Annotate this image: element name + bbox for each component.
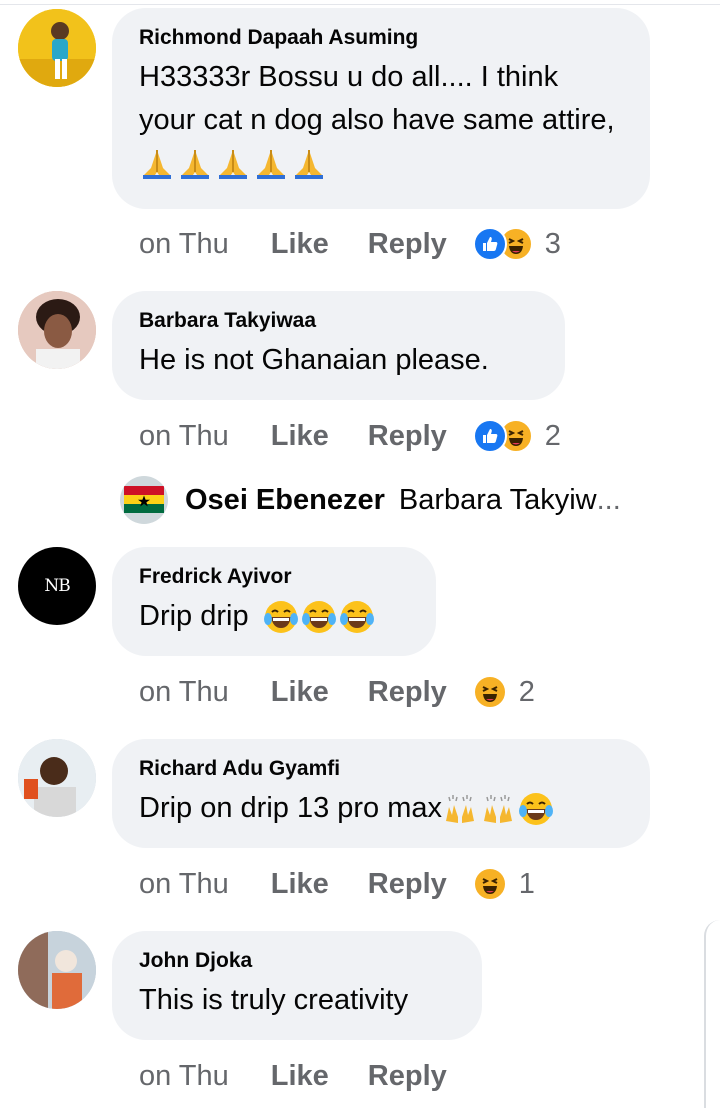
reaction-count: 2 <box>518 675 535 708</box>
avatar-logo-text: NB <box>44 576 70 596</box>
like-reaction-icon <box>472 227 507 261</box>
reply-button[interactable]: Reply <box>368 676 447 709</box>
like-button[interactable]: Like <box>271 1060 329 1093</box>
comment-text: Drip on drip 13 pro max <box>139 787 622 830</box>
reaction-summary[interactable]: 1 <box>472 867 535 901</box>
folded-hands-icon <box>143 150 171 180</box>
comment-time[interactable]: on Thu <box>139 1060 229 1093</box>
comment-text: This is truly creativity <box>139 984 409 1016</box>
reaction-summary[interactable]: 3 <box>472 227 561 261</box>
comment-actions: on Thu Like Reply 2 <box>139 672 535 712</box>
like-button[interactable]: Like <box>271 420 329 453</box>
like-button[interactable]: Like <box>271 676 329 709</box>
comment-actions: on Thu Like Reply <box>139 1056 486 1096</box>
reaction-count: 1 <box>518 867 535 900</box>
like-button[interactable]: Like <box>271 868 329 901</box>
reply-button[interactable]: Reply <box>368 1060 447 1093</box>
avatar[interactable] <box>18 9 96 87</box>
comment-author[interactable]: Richmond Dapaah Asuming <box>139 24 622 52</box>
tears-of-joy-icon <box>301 601 336 634</box>
comment-time[interactable]: on Thu <box>139 868 229 901</box>
like-reaction-icon <box>472 419 507 453</box>
scroll-edge-decoration <box>704 920 720 1108</box>
comment-text: Drip drip <box>139 595 408 638</box>
comment-time[interactable]: on Thu <box>139 420 229 453</box>
reply-button[interactable]: Reply <box>368 228 447 261</box>
reply-preview-ellipsis: ... <box>596 483 621 516</box>
comment-actions: on Thu Like Reply 1 <box>139 864 535 904</box>
comment-bubble: Fredrick Ayivor Drip drip <box>112 547 436 656</box>
comment-actions: on Thu Like Reply 2 <box>139 416 561 456</box>
reply-preview-text: Barbara Takyiw <box>398 483 597 516</box>
haha-reaction-icon <box>472 675 507 709</box>
comment-bubble: John Djoka This is truly creativity <box>112 931 482 1040</box>
like-button[interactable]: Like <box>271 228 329 261</box>
comment-text: He is not Ghanaian please. <box>139 344 489 376</box>
reply-preview[interactable]: Osei Ebenezer Barbara Takyiw ... <box>120 472 720 528</box>
comment-author[interactable]: Fredrick Ayivor <box>139 563 408 591</box>
folded-hands-icon <box>219 150 247 180</box>
tears-of-joy-icon <box>263 601 298 634</box>
avatar-photo-icon <box>18 931 96 1009</box>
avatar[interactable] <box>18 931 96 1009</box>
reaction-summary[interactable]: 2 <box>472 419 561 453</box>
reaction-count: 2 <box>544 419 561 452</box>
avatar[interactable] <box>18 739 96 817</box>
avatar[interactable]: NB <box>18 547 96 625</box>
comment-author[interactable]: John Djoka <box>139 947 454 975</box>
flag-avatar-icon <box>120 476 168 524</box>
comment-time[interactable]: on Thu <box>139 228 229 261</box>
folded-hands-emoji-row <box>139 147 329 180</box>
reply-author[interactable]: Osei Ebenezer <box>185 484 385 517</box>
avatar <box>120 476 168 524</box>
comment-bubble: Richard Adu Gyamfi Drip on drip 13 pro m… <box>112 739 650 848</box>
folded-hands-icon <box>257 150 285 180</box>
avatar-photo-icon <box>18 739 96 817</box>
comment-bubble: Richmond Dapaah Asuming H33333r Bossu u … <box>112 8 650 209</box>
comment-text: H33333r Bossu u do all.... I think your … <box>139 56 622 185</box>
tears-of-joy-icon <box>519 793 554 826</box>
comment-actions: on Thu Like Reply 3 <box>139 224 561 264</box>
avatar-photo-icon <box>18 291 96 369</box>
brand-logo-avatar: NB <box>18 547 96 625</box>
reaction-summary[interactable]: 2 <box>472 675 535 709</box>
reply-button[interactable]: Reply <box>368 420 447 453</box>
raising-hands-icon <box>446 795 475 824</box>
comment-bubble: Barbara Takyiwaa He is not Ghanaian plea… <box>112 291 565 400</box>
folded-hands-icon <box>181 150 209 180</box>
raising-hands-icon <box>484 795 513 824</box>
reply-button[interactable]: Reply <box>368 868 447 901</box>
folded-hands-icon <box>295 150 323 180</box>
tears-of-joy-icon <box>339 601 374 634</box>
comment-author[interactable]: Richard Adu Gyamfi <box>139 755 622 783</box>
top-divider <box>0 4 720 5</box>
avatar[interactable] <box>18 291 96 369</box>
comment-author[interactable]: Barbara Takyiwaa <box>139 307 537 335</box>
haha-reaction-icon <box>472 867 507 901</box>
comment-time[interactable]: on Thu <box>139 676 229 709</box>
reaction-count: 3 <box>544 227 561 260</box>
avatar-photo-icon <box>18 9 96 87</box>
